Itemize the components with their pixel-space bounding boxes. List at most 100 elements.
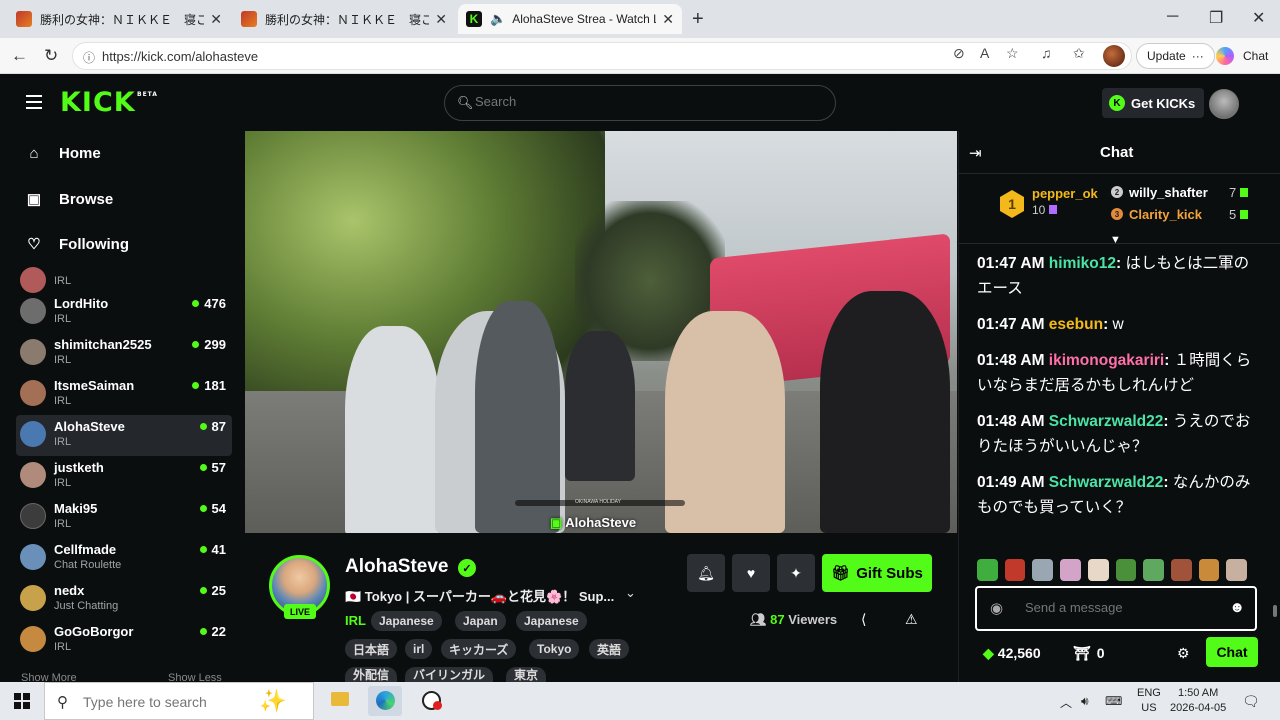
stream-tag[interactable]: Japanese [371, 611, 442, 631]
emote-icon[interactable] [1115, 559, 1137, 581]
copilot-icon[interactable] [1216, 47, 1234, 65]
read-aloud-icon[interactable]: A [980, 45, 989, 61]
emoji-picker-icon[interactable]: ☻ [1229, 599, 1245, 616]
show-less-link[interactable]: Show Less [168, 672, 222, 682]
followed-channel-gogoborgor[interactable]: GoGoBorgor IRL 22 [16, 620, 232, 661]
browser-tab-alohasteve[interactable]: K 🔈 AlohaSteve Strea - Watch Li ✕ [458, 4, 682, 34]
report-warning-icon[interactable]: ⚠ [905, 611, 918, 628]
follow-button[interactable]: ♥ [732, 554, 770, 592]
leaderboard-second-name[interactable]: 2 willy_shafter [1111, 185, 1208, 200]
reload-icon[interactable]: ↻ [44, 46, 58, 66]
leaderboard-first-name[interactable]: pepper_ok [1032, 186, 1098, 201]
message-username[interactable]: Schwarzwald22 [1049, 413, 1164, 430]
page-scrollbar[interactable] [1273, 605, 1277, 617]
menu-icon[interactable] [26, 95, 42, 109]
get-kicks-button[interactable]: K Get KICKs [1102, 88, 1205, 118]
followed-channel-alohasteve[interactable]: AlohaSteve IRL 87 [16, 415, 232, 456]
subs-balance[interactable]: ⛩ 0 [1073, 645, 1105, 662]
stream-tag[interactable]: 外配信 [345, 667, 398, 682]
file-explorer-app[interactable] [323, 686, 357, 716]
followed-channel-cellfmade[interactable]: Cellfmade Chat Roulette 41 [16, 538, 232, 579]
emote-icon[interactable] [1004, 559, 1026, 581]
streamer-name[interactable]: AlohaSteve [345, 556, 448, 578]
message-username[interactable]: esebun [1049, 316, 1103, 333]
profile-avatar[interactable] [1103, 45, 1125, 67]
followed-channel-lordhito[interactable]: LordHito IRL 476 [16, 292, 232, 333]
chat-send-button[interactable]: Chat [1206, 637, 1258, 667]
new-tab-button[interactable]: + [692, 8, 704, 31]
kicks-balance[interactable]: ◆ 42,560 [983, 645, 1041, 662]
nav-home[interactable]: ⌂ Home [25, 145, 100, 162]
update-button[interactable]: Update ··· [1136, 43, 1215, 69]
leaderboard-third-name[interactable]: 3 Clarity_kick [1111, 207, 1202, 222]
speaker-icon[interactable]: 🔈 [490, 11, 506, 27]
input-language[interactable]: ENG US [1137, 686, 1161, 716]
nav-browse[interactable]: ▣ Browse [25, 190, 113, 209]
close-tab-icon[interactable]: ✕ [435, 11, 447, 28]
notification-center-icon[interactable]: 🗨 [1242, 693, 1260, 710]
chevron-down-icon[interactable]: ⌄ [625, 585, 636, 601]
site-info-icon[interactable]: ⓘ [83, 49, 95, 66]
gift-subs-button[interactable]: 🎁︎ Gift Subs [822, 554, 932, 592]
stream-tag[interactable]: バイリンガル [405, 667, 494, 682]
keyboard-icon[interactable]: ⌨ [1105, 694, 1122, 708]
emote-icon[interactable] [1087, 559, 1109, 581]
edge-browser-app[interactable] [368, 686, 402, 716]
emote-icon[interactable] [1226, 559, 1248, 581]
share-icon[interactable]: ⟨ [861, 611, 866, 628]
search-input[interactable] [475, 94, 815, 109]
taskbar-search[interactable]: ⚲ ✨ [44, 682, 314, 720]
url-field[interactable]: ⓘ https://kick.com/alohasteve [72, 42, 1132, 70]
kick-logo[interactable]: KICK BETA [60, 87, 157, 118]
followed-channel-shimitchan2525[interactable]: shimitchan2525 IRL 299 [16, 333, 232, 374]
followed-channel-nedx[interactable]: nedx Just Chatting 25 [16, 579, 232, 620]
emote-icon[interactable] [1032, 559, 1054, 581]
emote-icon[interactable] [1060, 559, 1081, 581]
followed-channel-justketh[interactable]: justketh IRL 57 [16, 456, 232, 497]
stream-tag[interactable]: 日本語 [345, 639, 398, 659]
stream-tag[interactable]: 東京 [506, 667, 547, 682]
browser-tab-nikke-1[interactable]: 勝利の女神：ＮＩＫＫＥ 寝ころび ✕ [8, 4, 230, 34]
emote-icon[interactable] [977, 559, 998, 581]
favorite-star-icon[interactable]: ☆ [1006, 45, 1019, 62]
copilot-chat-label[interactable]: Chat [1243, 49, 1268, 63]
expand-leaderboard-icon[interactable]: ▼ [1110, 234, 1121, 246]
close-window-icon[interactable]: ✕ [1252, 8, 1265, 28]
user-avatar[interactable] [1209, 89, 1239, 119]
show-more-link[interactable]: Show More [21, 672, 77, 682]
tray-overflow-icon[interactable]: ︿ [1060, 694, 1072, 711]
stream-tag[interactable]: Tokyo [529, 639, 580, 659]
chat-message-input[interactable] [1025, 600, 1225, 615]
back-icon[interactable]: ← [11, 46, 28, 66]
emote-icon[interactable] [1170, 559, 1192, 581]
taskbar-search-input[interactable] [83, 694, 263, 710]
message-username[interactable]: ikimonogakariri [1049, 352, 1164, 369]
tracking-prevention-icon[interactable]: ⊘ [953, 45, 965, 62]
close-tab-icon[interactable]: ✕ [210, 11, 222, 28]
minimize-icon[interactable]: ─ [1167, 8, 1178, 26]
start-button[interactable] [14, 693, 30, 709]
search-bar[interactable]: 🔍︎ [444, 85, 836, 121]
system-clock[interactable]: 1:50 AM 2026-04-05 [1170, 686, 1226, 716]
emote-icon[interactable] [1198, 559, 1220, 581]
followed-channel-itsmesaiman[interactable]: ItsmeSaiman IRL 181 [16, 374, 232, 415]
recorder-app[interactable] [414, 686, 448, 716]
followed-channel-maki95[interactable]: Maki95 IRL 54 [16, 497, 232, 538]
stream-tag[interactable]: irl [405, 639, 433, 659]
stream-tag[interactable]: Japanese [516, 611, 587, 631]
message-username[interactable]: Schwarzwald22 [1049, 474, 1164, 491]
chat-settings-icon[interactable]: ⚙ [1177, 645, 1190, 662]
message-username[interactable]: himiko12 [1049, 255, 1116, 272]
maximize-icon[interactable]: ❐ [1209, 8, 1223, 28]
chat-input-box[interactable]: ◉ ☻ [975, 586, 1257, 631]
stream-category-link[interactable]: IRL [345, 613, 366, 628]
stream-tag[interactable]: キッカーズ [441, 639, 517, 659]
close-tab-icon[interactable]: ✕ [662, 11, 674, 28]
browser-tab-nikke-2[interactable]: 勝利の女神：ＮＩＫＫＥ 寝ころび ✕ [233, 4, 455, 34]
sparkle-button[interactable]: ✦ [777, 554, 815, 592]
stream-tag[interactable]: 英語 [589, 639, 630, 659]
video-player[interactable]: OKINAWA HOLIDAY ▣ AlohaSteve [245, 131, 957, 533]
favorites-icon[interactable]: ✩ [1073, 45, 1085, 62]
stream-tag[interactable]: Japan [455, 611, 506, 631]
emote-icon[interactable] [1143, 559, 1164, 581]
